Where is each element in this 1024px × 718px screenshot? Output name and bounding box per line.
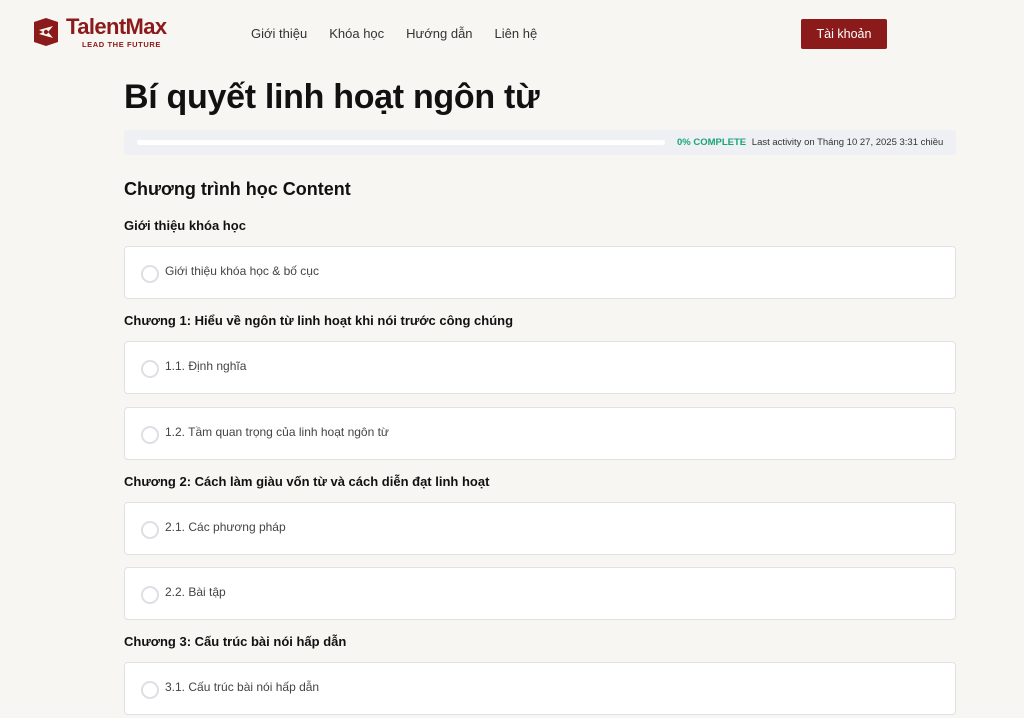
lesson-label: 1.2. Tầm quan trọng của linh hoạt ngôn t… [165,425,389,439]
lesson-status-circle-icon [141,681,159,699]
page-title: Bí quyết linh hoạt ngôn từ [124,78,540,116]
lesson-label: 1.1. Định nghĩa [165,359,247,373]
talentmax-logo-icon [34,18,58,46]
progress-complete-label: 0% COMPLETE [677,137,747,148]
lesson-item[interactable]: 1.1. Định nghĩa [124,341,956,394]
section-heading: Chương 1: Hiểu về ngôn từ linh hoạt khi … [124,313,514,328]
lesson-status-circle-icon [141,521,159,539]
section-heading: Giới thiệu khóa học [124,218,246,233]
lesson-label: Giới thiệu khóa học & bố cục [165,264,319,278]
lesson-item[interactable]: 2.2. Bài tập [124,567,956,620]
lesson-status-circle-icon [141,586,159,604]
lesson-status-circle-icon [141,265,159,283]
lesson-item[interactable]: 2.1. Các phương pháp [124,502,956,555]
nav-item-khoa-hoc[interactable]: Khóa học [329,26,384,41]
progress-status: 0% COMPLETE Last activity on Tháng 10 27… [677,137,943,148]
account-button[interactable]: Tài khoản [801,19,887,49]
lesson-label: 2.1. Các phương pháp [165,520,286,534]
last-activity-text: Last activity on Tháng 10 27, 2025 3:31 … [751,137,944,148]
main-nav: Giới thiệu Khóa học Hướng dẫn Liên hệ [251,26,559,41]
lesson-label: 2.2. Bài tập [165,585,226,599]
brand-tagline: LEAD THE FUTURE [82,40,161,49]
nav-item-gioi-thieu[interactable]: Giới thiệu [251,26,307,41]
nav-item-lien-he[interactable]: Liên hệ [495,26,538,41]
lesson-item[interactable]: 3.1. Cấu trúc bài nói hấp dẫn [124,662,956,715]
curriculum-title: Chương trình học Content [124,179,351,199]
brand-logo[interactable]: TalentMax LEAD THE FUTURE [30,16,167,49]
lesson-label: 3.1. Cấu trúc bài nói hấp dẫn [165,680,320,694]
brand-name: TalentMax [66,14,167,39]
progress-bar [137,140,665,145]
section-heading: Chương 2: Cách làm giàu vốn từ và cách d… [124,474,490,489]
section-heading: Chương 3: Cấu trúc bài nói hấp dẫn [124,634,347,649]
lesson-status-circle-icon [141,360,159,378]
lesson-item[interactable]: Giới thiệu khóa học & bố cục [124,246,956,299]
progress-panel: 0% COMPLETE Last activity on Tháng 10 27… [124,130,956,155]
lesson-item[interactable]: 1.2. Tầm quan trọng của linh hoạt ngôn t… [124,407,956,460]
nav-item-huong-dan[interactable]: Hướng dẫn [406,26,472,41]
site-header: TalentMax LEAD THE FUTURE Giới thiệu Khó… [0,0,1024,70]
lesson-status-circle-icon [141,426,159,444]
